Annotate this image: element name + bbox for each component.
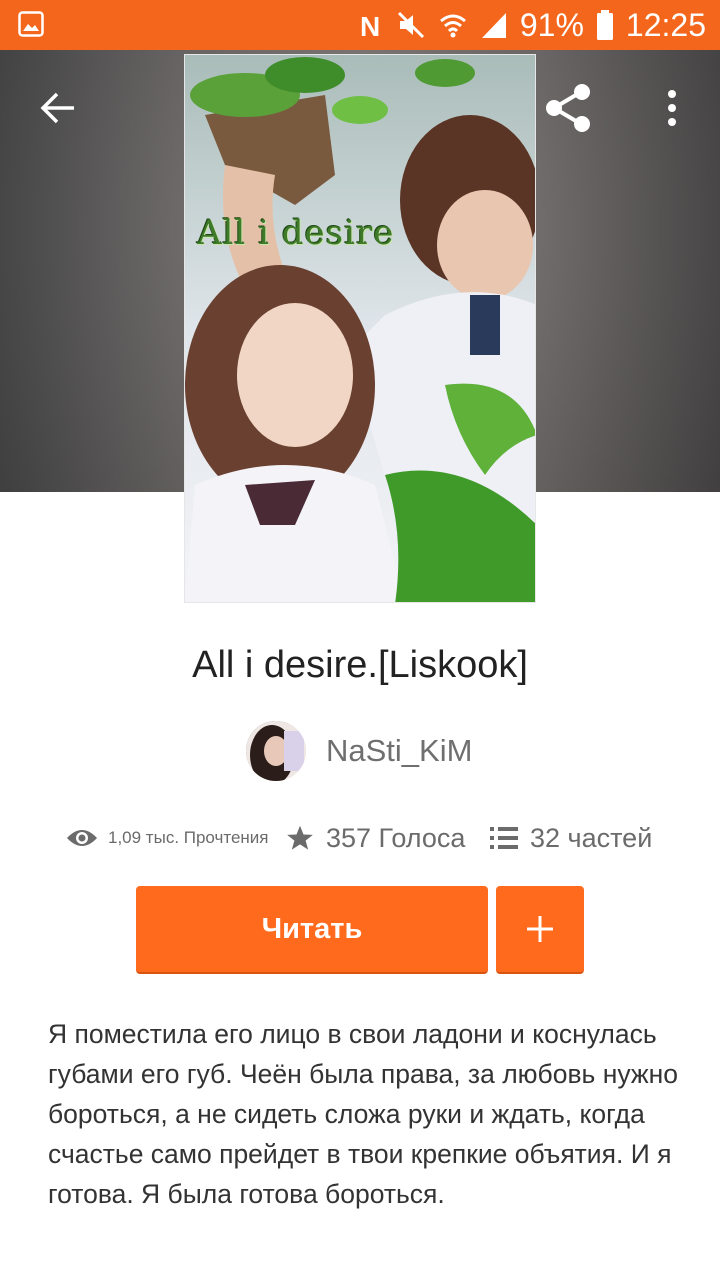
- votes-count: 357 Голоса: [326, 822, 466, 853]
- battery-percent: 91%: [519, 6, 584, 43]
- nfc-icon: N: [358, 10, 384, 40]
- book-description: Я поместила его лицо в свои ладони и кос…: [48, 1019, 678, 1209]
- gallery-icon: [18, 11, 44, 37]
- avatar: [246, 721, 306, 781]
- mute-icon: [396, 10, 426, 40]
- author-name: NaSti_KiM: [326, 733, 473, 768]
- read-button[interactable]: Читать: [136, 886, 488, 974]
- status-bar: N 91% 12:25: [0, 0, 720, 50]
- clock: 12:25: [625, 6, 706, 43]
- stat-parts: 32 частей: [490, 823, 652, 854]
- battery-icon: [596, 9, 614, 41]
- back-arrow-icon: [40, 92, 74, 124]
- book-cover[interactable]: All i desire: [184, 54, 536, 603]
- eye-icon: [67, 830, 97, 846]
- more-options-button[interactable]: [650, 80, 694, 136]
- stats-row: 1,09 тыс. Прочтения 357 Голоса 32 частей: [66, 814, 666, 862]
- status-icons: N 91% 12:25: [358, 0, 706, 50]
- add-to-library-button[interactable]: [496, 886, 584, 974]
- list-icon: [490, 827, 518, 849]
- parts-count: 32 частей: [530, 822, 653, 853]
- star-icon: [287, 825, 313, 850]
- svg-text:N: N: [360, 11, 380, 40]
- share-icon: [546, 84, 590, 132]
- cover-title-art: All i desire: [197, 213, 395, 253]
- stat-votes: 357 Голоса: [286, 823, 465, 854]
- more-vert-icon: [668, 90, 676, 126]
- back-button[interactable]: [30, 80, 86, 136]
- book-title: All i desire.[Liskook]: [192, 644, 528, 686]
- share-button[interactable]: [538, 78, 598, 138]
- reads-count: 1,09 тыс. Прочтения: [108, 828, 269, 847]
- cover-illustration: [185, 55, 535, 602]
- wifi-icon: [438, 10, 468, 40]
- author-link[interactable]: NaSti_KiM: [246, 720, 472, 782]
- plus-icon: [527, 916, 553, 942]
- stat-reads: 1,09 тыс. Прочтения: [66, 826, 269, 850]
- signal-icon: [480, 10, 508, 40]
